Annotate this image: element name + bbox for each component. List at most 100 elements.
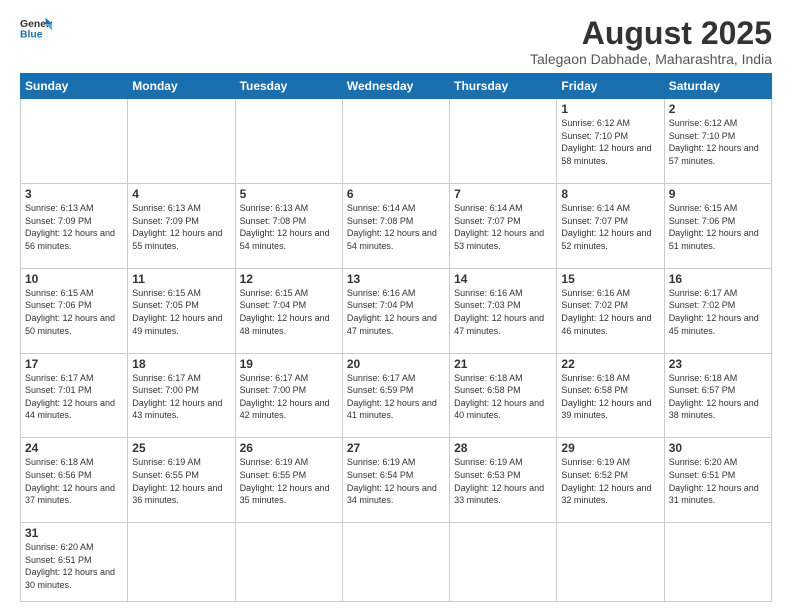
day-number: 30 (669, 441, 767, 455)
day-cell: 28Sunrise: 6:19 AM Sunset: 6:53 PM Dayli… (450, 438, 557, 523)
day-cell: 13Sunrise: 6:16 AM Sunset: 7:04 PM Dayli… (342, 268, 449, 353)
day-info: Sunrise: 6:19 AM Sunset: 6:52 PM Dayligh… (561, 456, 659, 506)
day-cell: 8Sunrise: 6:14 AM Sunset: 7:07 PM Daylig… (557, 184, 664, 269)
calendar-title: August 2025 (530, 16, 772, 51)
day-number: 2 (669, 102, 767, 116)
day-cell: 27Sunrise: 6:19 AM Sunset: 6:54 PM Dayli… (342, 438, 449, 523)
day-cell: 14Sunrise: 6:16 AM Sunset: 7:03 PM Dayli… (450, 268, 557, 353)
calendar-page: General Blue August 2025 Talegaon Dabhad… (0, 0, 792, 612)
day-cell: 31Sunrise: 6:20 AM Sunset: 6:51 PM Dayli… (21, 523, 128, 602)
svg-text:Blue: Blue (20, 30, 43, 40)
day-cell: 21Sunrise: 6:18 AM Sunset: 6:58 PM Dayli… (450, 353, 557, 438)
day-number: 4 (132, 187, 230, 201)
weekday-header-saturday: Saturday (664, 74, 771, 99)
day-info: Sunrise: 6:14 AM Sunset: 7:08 PM Dayligh… (347, 202, 445, 252)
day-cell (21, 99, 128, 184)
week-row-3: 10Sunrise: 6:15 AM Sunset: 7:06 PM Dayli… (21, 268, 772, 353)
day-cell: 4Sunrise: 6:13 AM Sunset: 7:09 PM Daylig… (128, 184, 235, 269)
day-number: 12 (240, 272, 338, 286)
weekday-header-tuesday: Tuesday (235, 74, 342, 99)
day-number: 5 (240, 187, 338, 201)
weekday-header-monday: Monday (128, 74, 235, 99)
day-cell: 30Sunrise: 6:20 AM Sunset: 6:51 PM Dayli… (664, 438, 771, 523)
day-cell: 16Sunrise: 6:17 AM Sunset: 7:02 PM Dayli… (664, 268, 771, 353)
day-cell: 10Sunrise: 6:15 AM Sunset: 7:06 PM Dayli… (21, 268, 128, 353)
day-cell: 11Sunrise: 6:15 AM Sunset: 7:05 PM Dayli… (128, 268, 235, 353)
day-info: Sunrise: 6:16 AM Sunset: 7:04 PM Dayligh… (347, 287, 445, 337)
day-info: Sunrise: 6:17 AM Sunset: 6:59 PM Dayligh… (347, 372, 445, 422)
day-number: 19 (240, 357, 338, 371)
day-cell: 12Sunrise: 6:15 AM Sunset: 7:04 PM Dayli… (235, 268, 342, 353)
weekday-header-wednesday: Wednesday (342, 74, 449, 99)
day-cell: 2Sunrise: 6:12 AM Sunset: 7:10 PM Daylig… (664, 99, 771, 184)
day-cell: 24Sunrise: 6:18 AM Sunset: 6:56 PM Dayli… (21, 438, 128, 523)
day-info: Sunrise: 6:15 AM Sunset: 7:05 PM Dayligh… (132, 287, 230, 337)
day-number: 21 (454, 357, 552, 371)
week-row-4: 17Sunrise: 6:17 AM Sunset: 7:01 PM Dayli… (21, 353, 772, 438)
day-cell: 18Sunrise: 6:17 AM Sunset: 7:00 PM Dayli… (128, 353, 235, 438)
calendar-subtitle: Talegaon Dabhade, Maharashtra, India (530, 51, 772, 67)
day-number: 23 (669, 357, 767, 371)
day-number: 27 (347, 441, 445, 455)
week-row-2: 3Sunrise: 6:13 AM Sunset: 7:09 PM Daylig… (21, 184, 772, 269)
day-number: 16 (669, 272, 767, 286)
day-number: 20 (347, 357, 445, 371)
day-cell: 7Sunrise: 6:14 AM Sunset: 7:07 PM Daylig… (450, 184, 557, 269)
day-info: Sunrise: 6:17 AM Sunset: 7:00 PM Dayligh… (132, 372, 230, 422)
day-info: Sunrise: 6:20 AM Sunset: 6:51 PM Dayligh… (25, 541, 123, 591)
week-row-5: 24Sunrise: 6:18 AM Sunset: 6:56 PM Dayli… (21, 438, 772, 523)
day-cell: 3Sunrise: 6:13 AM Sunset: 7:09 PM Daylig… (21, 184, 128, 269)
day-info: Sunrise: 6:18 AM Sunset: 6:58 PM Dayligh… (454, 372, 552, 422)
day-number: 17 (25, 357, 123, 371)
weekday-header-thursday: Thursday (450, 74, 557, 99)
day-info: Sunrise: 6:19 AM Sunset: 6:55 PM Dayligh… (132, 456, 230, 506)
logo-icon: General Blue (20, 16, 52, 40)
day-number: 25 (132, 441, 230, 455)
day-cell: 23Sunrise: 6:18 AM Sunset: 6:57 PM Dayli… (664, 353, 771, 438)
day-cell (342, 523, 449, 602)
day-cell: 22Sunrise: 6:18 AM Sunset: 6:58 PM Dayli… (557, 353, 664, 438)
day-info: Sunrise: 6:13 AM Sunset: 7:09 PM Dayligh… (25, 202, 123, 252)
day-cell (128, 523, 235, 602)
calendar-table: SundayMondayTuesdayWednesdayThursdayFrid… (20, 73, 772, 602)
day-info: Sunrise: 6:12 AM Sunset: 7:10 PM Dayligh… (561, 117, 659, 167)
day-info: Sunrise: 6:15 AM Sunset: 7:04 PM Dayligh… (240, 287, 338, 337)
day-info: Sunrise: 6:20 AM Sunset: 6:51 PM Dayligh… (669, 456, 767, 506)
day-number: 11 (132, 272, 230, 286)
day-info: Sunrise: 6:19 AM Sunset: 6:53 PM Dayligh… (454, 456, 552, 506)
day-info: Sunrise: 6:19 AM Sunset: 6:55 PM Dayligh… (240, 456, 338, 506)
day-info: Sunrise: 6:16 AM Sunset: 7:02 PM Dayligh… (561, 287, 659, 337)
day-info: Sunrise: 6:14 AM Sunset: 7:07 PM Dayligh… (561, 202, 659, 252)
day-number: 3 (25, 187, 123, 201)
day-cell (342, 99, 449, 184)
week-row-6: 31Sunrise: 6:20 AM Sunset: 6:51 PM Dayli… (21, 523, 772, 602)
day-number: 13 (347, 272, 445, 286)
day-cell: 1Sunrise: 6:12 AM Sunset: 7:10 PM Daylig… (557, 99, 664, 184)
day-info: Sunrise: 6:18 AM Sunset: 6:57 PM Dayligh… (669, 372, 767, 422)
day-number: 8 (561, 187, 659, 201)
day-info: Sunrise: 6:17 AM Sunset: 7:00 PM Dayligh… (240, 372, 338, 422)
day-number: 14 (454, 272, 552, 286)
day-cell: 26Sunrise: 6:19 AM Sunset: 6:55 PM Dayli… (235, 438, 342, 523)
day-info: Sunrise: 6:17 AM Sunset: 7:02 PM Dayligh… (669, 287, 767, 337)
day-number: 6 (347, 187, 445, 201)
header: General Blue August 2025 Talegaon Dabhad… (20, 16, 772, 67)
day-cell: 6Sunrise: 6:14 AM Sunset: 7:08 PM Daylig… (342, 184, 449, 269)
week-row-1: 1Sunrise: 6:12 AM Sunset: 7:10 PM Daylig… (21, 99, 772, 184)
day-cell (235, 99, 342, 184)
weekday-header-row: SundayMondayTuesdayWednesdayThursdayFrid… (21, 74, 772, 99)
weekday-header-friday: Friday (557, 74, 664, 99)
day-number: 9 (669, 187, 767, 201)
day-number: 26 (240, 441, 338, 455)
day-info: Sunrise: 6:15 AM Sunset: 7:06 PM Dayligh… (669, 202, 767, 252)
day-cell (450, 523, 557, 602)
day-cell: 29Sunrise: 6:19 AM Sunset: 6:52 PM Dayli… (557, 438, 664, 523)
day-number: 22 (561, 357, 659, 371)
day-number: 1 (561, 102, 659, 116)
day-number: 31 (25, 526, 123, 540)
day-cell: 15Sunrise: 6:16 AM Sunset: 7:02 PM Dayli… (557, 268, 664, 353)
weekday-header-sunday: Sunday (21, 74, 128, 99)
day-number: 15 (561, 272, 659, 286)
day-info: Sunrise: 6:17 AM Sunset: 7:01 PM Dayligh… (25, 372, 123, 422)
day-number: 24 (25, 441, 123, 455)
